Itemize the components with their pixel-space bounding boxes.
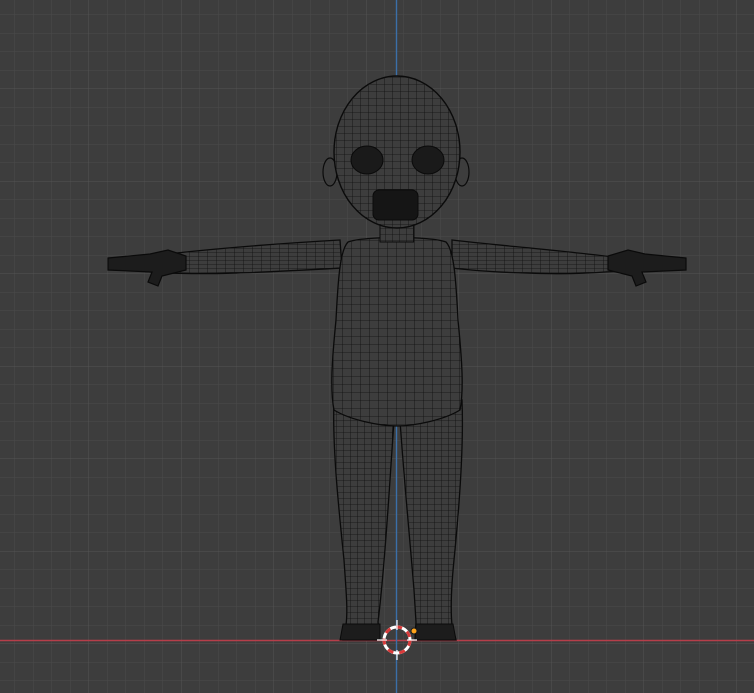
mesh-torso[interactable] xyxy=(331,236,463,427)
3d-viewport[interactable] xyxy=(0,0,754,693)
viewport-canvas[interactable] xyxy=(0,0,754,693)
object-origin-icon[interactable] xyxy=(410,627,418,635)
mesh-eye-left xyxy=(350,145,384,175)
mesh-mouth xyxy=(372,189,419,221)
mesh-eye-right xyxy=(411,145,445,175)
